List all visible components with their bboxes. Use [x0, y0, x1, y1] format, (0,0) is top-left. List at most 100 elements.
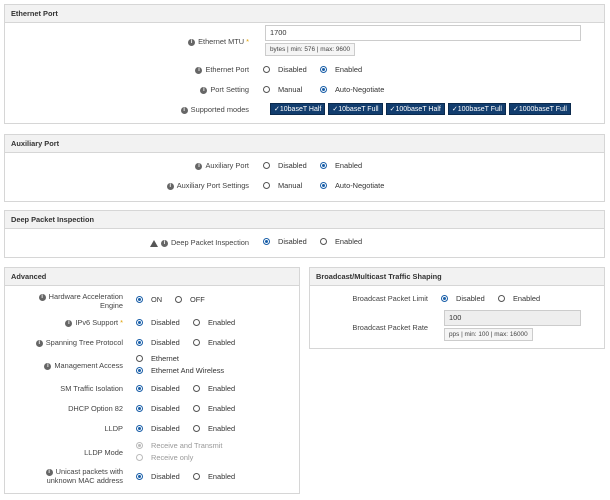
ipv6-disabled-radio[interactable]: Disabled — [136, 318, 180, 327]
hw-accel-on-radio[interactable]: ON — [136, 295, 162, 304]
dhcp82-enabled-radio[interactable]: Enabled — [193, 404, 235, 413]
auxiliary-port-enabled-radio[interactable]: Enabled — [320, 161, 362, 170]
radio-circle[interactable] — [136, 338, 143, 346]
supported-modes-label: i Supported modes — [5, 105, 249, 114]
radio-circle[interactable] — [498, 294, 505, 302]
required-marker: * — [120, 318, 123, 327]
radio-label: Receive only — [151, 453, 194, 462]
radio-circle[interactable] — [136, 472, 143, 480]
radio-label: Disabled — [456, 294, 485, 303]
radio-circle[interactable] — [193, 338, 200, 346]
radio-label: Disabled — [151, 338, 180, 347]
ethernet-port-disabled-radio[interactable]: Disabled — [263, 65, 307, 74]
required-marker: * — [246, 37, 249, 46]
broadcast-title: Broadcast/Multicast Traffic Shaping — [310, 268, 604, 286]
mgmt-ethernet-wireless-radio[interactable]: Ethernet And Wireless — [136, 366, 224, 375]
ethernet-mtu-input[interactable]: 1700 — [265, 25, 581, 41]
ipv6-enabled-radio[interactable]: Enabled — [193, 318, 235, 327]
radio-label: Disabled — [151, 472, 180, 481]
radio-label: Enabled — [208, 404, 236, 413]
mgmt-access-label: i Management Access — [5, 361, 123, 370]
lldp-mode-rxtx-radio[interactable]: Receive and Transmit — [136, 441, 222, 450]
mode-chip[interactable]: ✓1000baseT Full — [508, 103, 571, 115]
dhcp82-disabled-radio[interactable]: Disabled — [136, 404, 180, 413]
stp-disabled-radio[interactable]: Disabled — [136, 338, 180, 347]
mode-chip[interactable]: ✓10baseT Full — [328, 103, 383, 115]
auxiliary-port-panel: Auxiliary Port i Auxiliary Port Disabled … — [4, 134, 605, 202]
hw-accel-off-radio[interactable]: OFF — [175, 295, 205, 304]
lldp-mode-rx-radio[interactable]: Receive only — [136, 453, 193, 462]
radio-circle[interactable] — [136, 366, 143, 374]
radio-label: Disabled — [278, 161, 307, 170]
radio-circle[interactable] — [136, 295, 143, 303]
broadcast-panel: Broadcast/Multicast Traffic Shaping Broa… — [309, 267, 605, 349]
radio-circle[interactable] — [263, 85, 270, 93]
radio-label: Enabled — [335, 65, 363, 74]
stp-enabled-radio[interactable]: Enabled — [193, 338, 235, 347]
radio-label: Receive and Transmit — [151, 441, 223, 450]
unicast-disabled-radio[interactable]: Disabled — [136, 472, 180, 481]
mgmt-ethernet-radio[interactable]: Ethernet — [136, 354, 179, 363]
mode-chip[interactable]: ✓10baseT Half — [270, 103, 326, 115]
radio-label: Ethernet — [151, 354, 179, 363]
field-label-text: Ethernet MTU — [198, 37, 245, 46]
radio-circle[interactable] — [193, 384, 200, 392]
radio-circle[interactable] — [193, 424, 200, 432]
field-label-text: Auxiliary Port — [205, 161, 249, 170]
radio-circle[interactable] — [263, 181, 270, 189]
unicast-label: i Unicast packets with unknown MAC address — [5, 467, 123, 485]
radio-circle[interactable] — [193, 472, 200, 480]
radio-circle[interactable] — [263, 161, 270, 169]
radio-label: OFF — [190, 295, 205, 304]
radio-circle[interactable] — [320, 65, 327, 73]
sm-isolation-enabled-radio[interactable]: Enabled — [193, 384, 235, 393]
radio-circle[interactable] — [263, 237, 270, 245]
radio-circle[interactable] — [263, 65, 270, 73]
lldp-enabled-radio[interactable]: Enabled — [193, 424, 235, 433]
radio-label: Enabled — [208, 424, 236, 433]
dpi-enabled-radio[interactable]: Enabled — [320, 237, 362, 246]
radio-circle[interactable] — [136, 318, 143, 326]
broadcast-limit-enabled-radio[interactable]: Enabled — [498, 294, 540, 303]
dpi-disabled-radio[interactable]: Disabled — [263, 237, 307, 246]
auxiliary-port-label: i Auxiliary Port — [5, 161, 249, 170]
ethernet-port-panel: Ethernet Port i Ethernet MTU * 1700 bytes … — [4, 4, 605, 124]
radio-circle[interactable] — [175, 295, 182, 303]
radio-circle[interactable] — [136, 441, 143, 449]
auxiliary-settings-auto-radio[interactable]: Auto-Negotiate — [320, 181, 384, 190]
broadcast-rate-input[interactable]: 100 — [444, 310, 581, 326]
radio-circle[interactable] — [136, 404, 143, 412]
radio-circle[interactable] — [441, 294, 448, 302]
broadcast-limit-disabled-radio[interactable]: Disabled — [441, 294, 485, 303]
radio-circle[interactable] — [136, 384, 143, 392]
mode-chip[interactable]: ✓100baseT Half — [385, 103, 445, 115]
radio-label: ON — [151, 295, 163, 304]
radio-circle[interactable] — [320, 237, 327, 245]
auxiliary-port-settings-label: i Auxiliary Port Settings — [5, 181, 249, 190]
field-label-text: Unicast packets with — [55, 467, 123, 476]
radio-label: Enabled — [208, 384, 236, 393]
radio-circle[interactable] — [320, 161, 327, 169]
radio-circle[interactable] — [193, 404, 200, 412]
warning-icon — [149, 239, 158, 247]
radio-circle[interactable] — [320, 181, 327, 189]
radio-label: Disabled — [151, 318, 180, 327]
field-label-text: Management Access — [54, 361, 123, 370]
sm-isolation-disabled-radio[interactable]: Disabled — [136, 384, 180, 393]
field-label-text: LLDP Mode — [84, 448, 123, 457]
radio-label: Enabled — [208, 338, 236, 347]
radio-circle[interactable] — [193, 318, 200, 326]
auxiliary-settings-manual-radio[interactable]: Manual — [263, 181, 302, 190]
radio-circle[interactable] — [320, 85, 327, 93]
lldp-disabled-radio[interactable]: Disabled — [136, 424, 180, 433]
port-setting-manual-radio[interactable]: Manual — [263, 85, 302, 94]
radio-circle[interactable] — [136, 354, 143, 362]
port-setting-auto-radio[interactable]: Auto-Negotiate — [320, 85, 384, 94]
unicast-enabled-radio[interactable]: Enabled — [193, 472, 235, 481]
radio-circle[interactable] — [136, 453, 143, 461]
ethernet-port-enabled-radio[interactable]: Enabled — [320, 65, 362, 74]
auxiliary-port-disabled-radio[interactable]: Disabled — [263, 161, 307, 170]
mode-chip[interactable]: ✓100baseT Full — [447, 103, 506, 115]
radio-circle[interactable] — [136, 424, 143, 432]
field-label-text: SM Traffic Isolation — [60, 384, 123, 393]
